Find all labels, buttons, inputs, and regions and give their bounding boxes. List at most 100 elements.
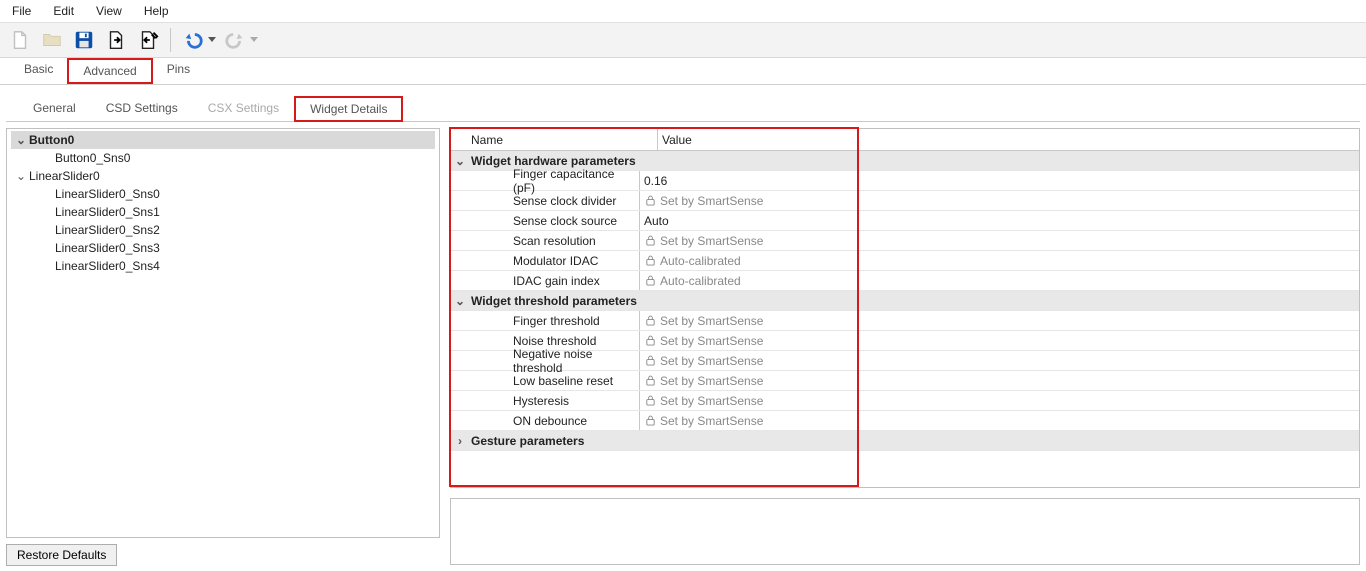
grid-group-header[interactable]: ⌄Widget threshold parameters	[451, 291, 1359, 311]
grid-row-value: Set by SmartSense	[640, 414, 1359, 428]
grid-row-name: Noise threshold	[469, 334, 639, 348]
undo-button[interactable]	[179, 26, 207, 54]
grid-row[interactable]: ON debounce Set by SmartSense	[451, 411, 1359, 431]
grid-row-value-text: Set by SmartSense	[660, 334, 763, 348]
grid-row[interactable]: Negative noise thresholdSet by SmartSens…	[451, 351, 1359, 371]
grid-row[interactable]: Finger capacitance (pF)0.16	[451, 171, 1359, 191]
lock-icon	[644, 235, 656, 247]
grid-row-value[interactable]: 0.16	[640, 174, 1359, 188]
menu-view[interactable]: View	[92, 2, 126, 20]
grid-row-name: Hysteresis	[469, 394, 639, 408]
grid-row-name: IDAC gain index	[469, 274, 639, 288]
restore-defaults-button[interactable]: Restore Defaults	[6, 544, 117, 566]
expander-collapse-icon[interactable]: ⌄	[15, 134, 27, 146]
save-icon	[73, 29, 95, 51]
lock-icon	[644, 315, 656, 327]
tree-leaf[interactable]: LinearSlider0_Sns0	[11, 185, 435, 203]
tab-csd-settings[interactable]: CSD Settings	[91, 96, 193, 122]
tree-leaf[interactable]: LinearSlider0_Sns3	[11, 239, 435, 257]
lock-icon	[644, 335, 656, 347]
grid-row[interactable]: Scan resolution Set by SmartSense	[451, 231, 1359, 251]
grid-row-name: Scan resolution	[469, 234, 639, 248]
grid-row-name: Sense clock divider	[469, 194, 639, 208]
grid-row-name: Finger capacitance (pF)	[469, 167, 639, 195]
grid-row[interactable]: Modulator IDACAuto-calibrated	[451, 251, 1359, 271]
tree-node-label: Button0	[27, 133, 74, 147]
tree-leaf[interactable]: LinearSlider0_Sns2	[11, 221, 435, 239]
grid-row-value-text: Set by SmartSense	[660, 414, 763, 428]
widget-tree-panel: ⌄Button0Button0_Sns0⌄LinearSlider0Linear…	[6, 128, 440, 538]
grid-row-value: Set by SmartSense	[640, 394, 1359, 408]
tree-node[interactable]: ⌄Button0	[11, 131, 435, 149]
lock-icon	[644, 255, 656, 267]
tab-advanced[interactable]: Advanced	[67, 58, 152, 84]
grid-row[interactable]: Finger threshold Set by SmartSense	[451, 311, 1359, 331]
undo-dropdown[interactable]	[207, 26, 217, 54]
tree-leaf[interactable]: LinearSlider0_Sns1	[11, 203, 435, 221]
grid-row-value: Set by SmartSense	[640, 234, 1359, 248]
tab-general[interactable]: General	[18, 96, 91, 122]
lock-icon	[644, 415, 656, 427]
toolbar-separator	[170, 28, 171, 52]
grid-row-value: Set by SmartSense	[640, 314, 1359, 328]
open-folder-button[interactable]	[38, 26, 66, 54]
tree-node-label: LinearSlider0	[27, 169, 100, 183]
grid-row-value: Set by SmartSense	[640, 354, 1359, 368]
grid-row-name: Modulator IDAC	[469, 254, 639, 268]
grid-header-value[interactable]: Value	[658, 133, 1359, 147]
grid-header-row: Name Value	[451, 129, 1359, 151]
new-file-button[interactable]	[6, 26, 34, 54]
grid-group-title: Widget threshold parameters	[469, 294, 1359, 308]
lock-icon	[644, 195, 656, 207]
tab-basic[interactable]: Basic	[10, 58, 67, 84]
redo-dropdown[interactable]	[249, 26, 259, 54]
grid-row-value[interactable]: Auto	[640, 214, 1359, 228]
grid-row[interactable]: Low baseline resetSet by SmartSense	[451, 371, 1359, 391]
grid-row-value-text: Set by SmartSense	[660, 354, 763, 368]
tree-leaf-label: LinearSlider0_Sns3	[15, 241, 160, 255]
grid-header-name[interactable]: Name	[469, 133, 657, 147]
tree-leaf-label: LinearSlider0_Sns4	[15, 259, 160, 273]
lock-icon	[644, 355, 656, 367]
toolbar	[0, 22, 1366, 58]
open-folder-icon	[41, 29, 63, 51]
description-panel	[450, 498, 1360, 565]
grid-row-name: Finger threshold	[469, 314, 639, 328]
chevron-down-icon	[250, 37, 258, 43]
export-icon	[137, 29, 159, 51]
export-button[interactable]	[134, 26, 162, 54]
import-button[interactable]	[102, 26, 130, 54]
grid-row-value-text: Auto	[644, 214, 669, 228]
tree-leaf[interactable]: Button0_Sns0	[11, 149, 435, 167]
tab-csx-settings[interactable]: CSX Settings	[193, 96, 294, 122]
expander-collapse-icon[interactable]: ⌄	[15, 170, 27, 182]
grid-row-name: ON debounce	[469, 414, 639, 428]
tree-node[interactable]: ⌄LinearSlider0	[11, 167, 435, 185]
grid-row-name: Negative noise threshold	[469, 347, 639, 375]
grid-row[interactable]: Hysteresis Set by SmartSense	[451, 391, 1359, 411]
grid-row-value-text: Set by SmartSense	[660, 234, 763, 248]
grid-row-name: Low baseline reset	[469, 374, 639, 388]
grid-row-value-text: Set by SmartSense	[660, 394, 763, 408]
tab-widget-details[interactable]: Widget Details	[294, 96, 403, 122]
grid-row-value: Set by SmartSense	[640, 194, 1359, 208]
expander-collapse-icon[interactable]: ⌄	[451, 154, 469, 168]
expander-expand-icon[interactable]: ›	[451, 434, 469, 448]
save-button[interactable]	[70, 26, 98, 54]
tab-pins[interactable]: Pins	[153, 58, 204, 84]
grid-row-name: Sense clock source	[469, 214, 639, 228]
tree-leaf[interactable]: LinearSlider0_Sns4	[11, 257, 435, 275]
grid-group-header[interactable]: ›Gesture parameters	[451, 431, 1359, 451]
expander-collapse-icon[interactable]: ⌄	[451, 294, 469, 308]
grid-row[interactable]: Sense clock source Auto	[451, 211, 1359, 231]
menu-file[interactable]: File	[8, 2, 35, 20]
lock-icon	[644, 375, 656, 387]
menu-help[interactable]: Help	[140, 2, 173, 20]
redo-button[interactable]	[221, 26, 249, 54]
grid-row-value: Auto-calibrated	[640, 254, 1359, 268]
menu-edit[interactable]: Edit	[49, 2, 78, 20]
grid-row-value-text: Set by SmartSense	[660, 314, 763, 328]
grid-row[interactable]: IDAC gain indexAuto-calibrated	[451, 271, 1359, 291]
tree-leaf-label: LinearSlider0_Sns2	[15, 223, 160, 237]
grid-row[interactable]: Sense clock dividerSet by SmartSense	[451, 191, 1359, 211]
